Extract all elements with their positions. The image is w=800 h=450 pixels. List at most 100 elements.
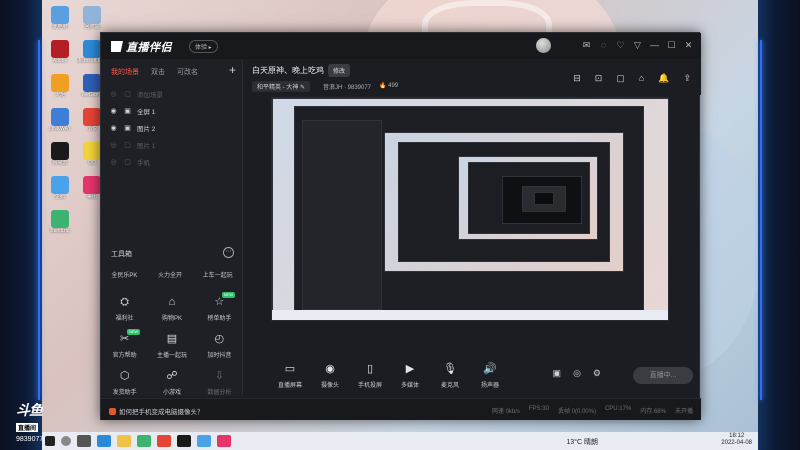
gift-icon[interactable]: ⊟ [573,73,581,84]
microphone-icon: 🎙 [443,363,457,375]
version-badge-label: 体验 [195,45,208,51]
home-icon[interactable]: ⌂ [639,73,644,84]
close-icon[interactable]: ✕ [684,39,693,51]
scene-item[interactable]: ◎ ▢ 添加场景 [109,85,239,102]
scene-item[interactable]: ◎ ▢ 手机 [109,153,239,170]
desktop-shortcut[interactable]: 企鹅 [44,176,76,200]
unlock-icon[interactable]: ▢ [123,141,132,149]
scene-tab[interactable]: 我的场景 [111,67,139,77]
version-badge[interactable]: 体验 ▸ [189,40,218,53]
toolbox-text-item[interactable]: 火力全开 [158,270,182,279]
tool-box[interactable]: ⬡ 发货助手 [101,369,148,396]
lock-icon[interactable]: ▣ [123,124,132,132]
toolbox-text-item[interactable]: 上车一起玩 [203,270,233,279]
eye-icon[interactable]: ◉ [109,124,118,132]
control-bar: ▭ 直播屏幕 ◉ 摄像头 ▯ 手机投屏 ▶ 多媒体 🎙 麦克风 🔊 扬声器 ▣ ◎ ⚙ 直播中... [244,358,701,396]
shortcut-icon [51,176,69,194]
app-icon[interactable] [217,435,231,447]
tool-clipboard[interactable]: ▤ 主播一起玩 [148,332,195,359]
edge-icon[interactable] [97,435,111,447]
unlock-icon[interactable]: ▢ [123,158,132,166]
bell-icon[interactable]: 🔔 [658,73,669,84]
start-icon[interactable] [45,436,55,446]
scene-item[interactable]: ◎ ▢ 图片 1 [109,136,239,153]
control-speaker[interactable]: 🔊 扬声器 [476,362,504,389]
share-icon[interactable]: ⇪ [683,73,691,84]
lock-icon[interactable]: ▣ [123,107,132,115]
tool-gamepad[interactable]: ☍ 小游戏 [148,369,195,396]
skin-icon[interactable]: ◌ [599,39,608,51]
unlock-icon[interactable]: ▢ [123,90,132,98]
scene-item-label: 全屏 1 [137,108,156,116]
app-icon[interactable] [137,435,151,447]
shortcut-label: 企鹅 [54,194,65,200]
tool-star-board[interactable]: ☆ NEW 榜单助手 [196,292,243,322]
help-link[interactable]: 如何把手机变成电脑摄像头？ [109,406,204,416]
desktop-shortcut[interactable]: 回收站 [76,6,108,30]
shortcut-label: 网易云 [52,160,68,166]
scene-item[interactable]: ◉ ▣ 全屏 1 [109,102,239,119]
desktop-shortcut[interactable]: LINKWAY [44,108,76,132]
tool-label: 主播一起玩 [156,353,187,359]
tool-gift-box[interactable]: ⛭ 福利社 [101,295,148,322]
app-icon[interactable] [197,435,211,447]
tool-shop[interactable]: ⌂ 购物PK [148,295,195,322]
windows-taskbar: 13°C 晴朗 18:12 2022-04-08 [42,432,758,450]
favorite-icon[interactable]: ♡ [616,39,625,51]
weather[interactable]: 13°C 晴朗 [566,437,598,447]
search-icon[interactable] [61,436,71,446]
toolbox-text-item[interactable]: 全民乐PK [111,270,137,279]
settings-icon[interactable]: ⚙ [593,368,601,379]
eye-icon[interactable]: ◉ [109,107,118,115]
scene-item-label: 添加场景 [137,91,163,99]
tool-timer[interactable]: ◴ 加时抖音 [196,332,243,359]
scene-tab[interactable]: 双击 [151,67,165,77]
stream-preview[interactable] [271,97,669,321]
eye-icon[interactable]: ◎ [109,141,118,149]
shortcut-icon [83,74,101,92]
scene-item[interactable]: ◉ ▣ 图片 2 [109,119,239,136]
control-media[interactable]: ▶ 多媒体 [396,362,424,389]
category-selector[interactable]: 和平精英 - 大神 ✎ [252,81,311,92]
scene-tab[interactable]: 可改名 [177,67,198,77]
desktop-shortcut[interactable]: 火炬 [44,74,76,98]
app-icon[interactable] [157,435,171,447]
menu-icon[interactable]: ▽ [633,39,642,51]
task-view-icon[interactable] [77,435,91,447]
folder-icon[interactable] [117,435,131,447]
tool-label: 官方帮助 [112,353,137,359]
beauty-icon[interactable]: ◎ [573,368,581,379]
add-scene-button[interactable]: + [229,63,236,77]
minimize-icon[interactable]: — [650,39,659,51]
eye-icon[interactable]: ◎ [109,158,118,166]
clock[interactable]: 18:12 2022-04-08 [721,433,752,447]
desktop-shortcut[interactable]: Bandizip [44,210,76,234]
record-icon[interactable]: ▣ [553,368,562,379]
avatar[interactable] [536,38,551,53]
window-icon[interactable]: ▢ [616,73,625,84]
tool-download[interactable]: ⇩ 数据分析 [196,369,243,396]
tool-scissors[interactable]: ✂ NEW 官方帮助 [101,329,148,359]
nested-window-6 [534,192,554,205]
live-companion-taskbar-icon[interactable] [177,435,191,447]
desktop-shortcut[interactable]: Adobe [44,40,76,64]
edit-title-button[interactable]: 修改 [328,64,351,77]
control-camera[interactable]: ◉ 摄像头 [316,362,344,389]
screen: 此电脑 回收站 Adobe Microsoft Edge 火炬 WeGame LINKWAY… [0,0,800,450]
share-screen-icon[interactable]: ⊡ [595,73,603,84]
toolbox-grid: ⛭ 福利社 ⌂ 购物PK ☆ NEW 榜单助手 ✂ NEW 官方帮助 ▤ 主播一起玩 ◴ 加时抖音 ⬡ 发货助… [101,292,243,396]
start-live-button[interactable]: 直播中... [633,367,693,384]
eye-icon[interactable]: ◎ [109,90,118,98]
help-icon [109,408,116,415]
maximize-icon[interactable]: ☐ [667,39,676,51]
shortcut-icon [83,6,101,24]
control-phone-cast[interactable]: ▯ 手机投屏 [356,362,384,389]
desktop-shortcut[interactable]: 网易云 [44,142,76,166]
control-microphone[interactable]: 🎙 麦克风 [436,362,464,389]
control-screen[interactable]: ▭ 直播屏幕 [276,362,304,389]
message-icon[interactable]: ✉ [582,39,591,51]
toolbox-more-button[interactable]: ⋯ [223,247,234,258]
scissors-icon: ✂ NEW [120,329,141,345]
desktop-shortcut[interactable]: 此电脑 [44,6,76,30]
clipboard-icon: ▤ [166,333,178,345]
